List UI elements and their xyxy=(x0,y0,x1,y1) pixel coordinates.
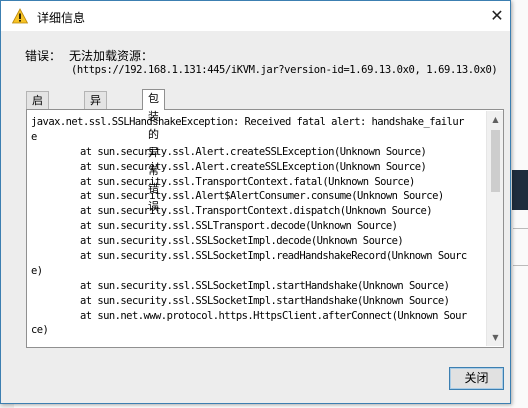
error-url: (https://192.168.1.131:445/iKVM.jar?vers… xyxy=(71,64,498,76)
background-divider xyxy=(513,265,528,266)
stack-trace-line: at sun.security.ssl.Alert$AlertConsumer.… xyxy=(80,190,444,203)
exception-panel: javax.net.ssl.SSLHandshakeException: Rec… xyxy=(26,109,504,348)
stack-trace-line: at sun.security.ssl.TransportContext.dis… xyxy=(80,205,433,218)
tab-exception[interactable]: 异常错误 xyxy=(84,91,107,161)
vertical-scrollbar[interactable]: ▲ ▼ xyxy=(486,111,503,346)
stack-trace-line: ce) xyxy=(31,324,49,337)
warning-icon xyxy=(12,8,28,24)
stack-trace-line: e xyxy=(31,130,37,143)
scroll-down-icon[interactable]: ▼ xyxy=(487,329,504,346)
stack-trace-line: at sun.security.ssl.SSLSocketImpl.startH… xyxy=(80,279,450,292)
stack-trace-line: at sun.security.ssl.TransportContext.fat… xyxy=(80,175,415,188)
close-button[interactable]: 关闭 xyxy=(449,367,504,390)
title-bar[interactable]: 详细信息 ✕ xyxy=(1,1,510,31)
stack-trace-line: at sun.security.ssl.SSLSocketImpl.readHa… xyxy=(80,250,467,263)
background-right-dark-block xyxy=(512,170,528,210)
stack-trace-line: at sun.security.ssl.SSLSocketImpl.startH… xyxy=(80,294,450,307)
stack-trace-line: at sun.security.ssl.Alert.createSSLExcep… xyxy=(80,160,427,173)
stack-trace-line: javax.net.ssl.SSLHandshakeException: Rec… xyxy=(31,116,464,128)
background-divider xyxy=(513,228,528,229)
stack-trace-line: e) xyxy=(31,264,43,277)
scroll-up-icon[interactable]: ▲ xyxy=(487,111,504,128)
scrollbar-thumb[interactable] xyxy=(491,130,500,192)
stack-trace-line: at sun.security.ssl.SSLTransport.decode(… xyxy=(80,220,398,233)
stack-trace-text[interactable]: javax.net.ssl.SSLHandshakeException: Rec… xyxy=(28,111,486,346)
error-message: 无法加载资源： xyxy=(69,49,154,63)
close-icon[interactable]: ✕ xyxy=(487,6,507,26)
tab-wrapped-exception[interactable]: 包装的异常错误 xyxy=(142,89,165,213)
details-dialog: 详细信息 ✕ 错误： 无法加载资源： (https://192.168.1.13… xyxy=(0,0,511,404)
stack-trace-line: at sun.security.ssl.Alert.createSSLExcep… xyxy=(80,145,427,158)
dialog-title: 详细信息 xyxy=(37,11,86,25)
stack-trace-line: at sun.net.www.protocol.https.HttpsClien… xyxy=(80,309,467,322)
tab-launch-file[interactable]: 启动文件 xyxy=(26,91,49,161)
error-label: 错误： xyxy=(25,49,62,63)
stack-trace-line: at sun.security.ssl.SSLSocketImpl.decode… xyxy=(80,235,404,248)
